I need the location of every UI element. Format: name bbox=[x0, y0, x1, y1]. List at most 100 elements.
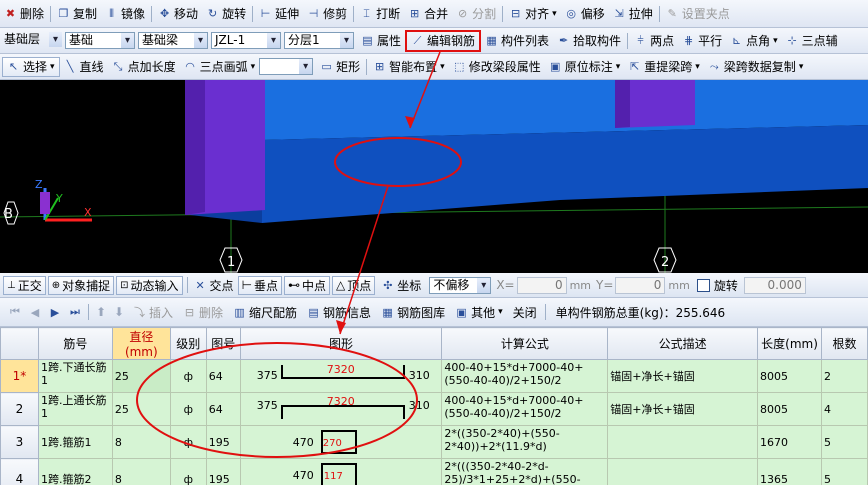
object-snap-toggle[interactable]: ⊕ 对象捕捉 bbox=[47, 275, 115, 295]
formula-description-cell[interactable]: 锚固+净长+锚固 bbox=[607, 359, 759, 393]
column-header[interactable]: 公式描述 bbox=[607, 327, 759, 360]
attribute-button[interactable]: ▤ 属性 bbox=[357, 28, 405, 53]
dynamic-input-toggle[interactable]: ⊡ 动态输入 bbox=[116, 275, 183, 295]
rectangle-button[interactable]: ▭ 矩形 bbox=[316, 54, 364, 79]
merge-button[interactable]: ⊞ 合并 bbox=[404, 0, 452, 27]
formula-description-cell[interactable] bbox=[607, 458, 759, 485]
mirror-button[interactable]: ⫴ 镜像 bbox=[101, 0, 149, 27]
coordinate-snap[interactable]: ✣ 坐标 bbox=[377, 273, 425, 297]
diameter-cell[interactable]: 8 bbox=[111, 425, 171, 459]
rotate-input[interactable]: 0.000 bbox=[743, 276, 806, 294]
row-number[interactable]: 3 bbox=[0, 425, 39, 459]
formula-cell[interactable]: 2*((350-2*40)+(550-2*40))+2*(11.9*d) bbox=[441, 425, 609, 459]
count-cell[interactable]: 2 bbox=[820, 359, 868, 393]
edit-rebar-button[interactable]: ⟋ 编辑钢筋 bbox=[405, 29, 482, 52]
grade-cell[interactable]: ф bbox=[169, 392, 207, 426]
align-button[interactable]: ⊟ 对齐 ▾ bbox=[505, 0, 561, 27]
shape-cell[interactable]: 375 7320 310 bbox=[239, 392, 443, 426]
figure-number-cell[interactable]: 64 bbox=[205, 359, 241, 393]
two-point-button[interactable]: ⫩ 两点 bbox=[630, 28, 678, 53]
count-cell[interactable]: 5 bbox=[820, 458, 868, 485]
rotate-checkbox[interactable] bbox=[696, 278, 710, 292]
formula-cell[interactable]: 400-40+15*d+7000-40+(550-40-40)/2+150/2 bbox=[441, 359, 609, 393]
x-input[interactable]: 0 bbox=[516, 276, 567, 294]
modify-span-button[interactable]: ⬚ 修改梁段属性 bbox=[449, 54, 545, 79]
intersection-snap[interactable]: ✕ 交点 bbox=[190, 273, 238, 297]
move-down-icon[interactable]: ⬇ bbox=[111, 305, 127, 319]
break-button[interactable]: ⌶ 打断 bbox=[356, 0, 404, 27]
floor-select[interactable]: 分层1 bbox=[284, 32, 354, 49]
rebar-library-button[interactable]: ▦ 钢筋图库 bbox=[377, 298, 449, 326]
figure-number-cell[interactable]: 195 bbox=[205, 425, 241, 459]
three-point-arc-button[interactable]: ◠ 三点画弧 ▾ bbox=[180, 54, 260, 79]
rebar-name-cell[interactable]: 1跨.箍筋2 bbox=[37, 458, 113, 485]
length-cell[interactable]: 1365 bbox=[757, 458, 822, 485]
shape-select[interactable] bbox=[259, 58, 314, 75]
component-list-button[interactable]: ▦ 构件列表 bbox=[481, 28, 553, 53]
span-copy-button[interactable]: ⤳ 梁跨数据复制 ▾ bbox=[704, 54, 808, 79]
table-row[interactable]: 2 1跨.上通长筋1 25 ф 64 375 7320 310 400-40+1… bbox=[0, 392, 868, 426]
column-header[interactable]: 图形 bbox=[239, 327, 443, 360]
figure-number-cell[interactable]: 64 bbox=[205, 392, 241, 426]
point-length-button[interactable]: ⤡ 点加长度 bbox=[108, 54, 180, 79]
length-cell[interactable]: 1670 bbox=[757, 425, 822, 459]
copy-button[interactable]: ❐ 复制 bbox=[53, 0, 101, 27]
grade-cell[interactable]: ф bbox=[169, 458, 207, 485]
insert-button[interactable]: ⤵ 插入 bbox=[129, 298, 177, 326]
formula-description-cell[interactable] bbox=[607, 425, 759, 459]
figure-number-cell[interactable]: 195 bbox=[205, 458, 241, 485]
count-cell[interactable]: 4 bbox=[820, 392, 868, 426]
row-number[interactable]: 1* bbox=[0, 359, 39, 393]
table-row[interactable]: 3 1跨.箍筋1 8 ф 195 470 270 2*((350-2*40)+(… bbox=[0, 425, 868, 459]
in-situ-mark-button[interactable]: ▣ 原位标注 ▾ bbox=[545, 54, 625, 79]
length-cell[interactable]: 8005 bbox=[757, 359, 822, 393]
formula-cell[interactable]: 2*(((350-2*40-2*d-25)/3*1+25+2*d)+(550-2… bbox=[441, 458, 609, 485]
move-up-icon[interactable]: ⬆ bbox=[93, 305, 109, 319]
y-input[interactable]: 0 bbox=[615, 276, 666, 294]
formula-cell[interactable]: 400-40+15*d+7000-40+(550-40-40)/2+150/2 bbox=[441, 392, 609, 426]
column-header[interactable]: 计算公式 bbox=[441, 327, 609, 360]
shape-cell[interactable]: 375 7320 310 bbox=[239, 359, 443, 393]
grade-cell[interactable]: ф bbox=[169, 425, 207, 459]
ortho-toggle[interactable]: ⊥ 正交 bbox=[3, 275, 46, 295]
next-record-icon[interactable]: ▶ bbox=[46, 306, 64, 319]
stretch-button[interactable]: ⇲ 拉伸 bbox=[609, 0, 657, 27]
shape-cell[interactable]: 470 270 bbox=[239, 425, 443, 459]
relift-span-button[interactable]: ⇱ 重提梁跨 ▾ bbox=[624, 54, 704, 79]
diameter-cell[interactable]: 25 bbox=[111, 392, 171, 426]
column-header[interactable]: 级别 bbox=[169, 327, 207, 360]
row-number[interactable]: 2 bbox=[0, 392, 39, 426]
move-button[interactable]: ✥ 移动 bbox=[154, 0, 202, 27]
table-row[interactable]: 1* 1跨.下通长筋1 25 ф 64 375 7320 310 400-40+… bbox=[0, 359, 868, 393]
perpendicular-snap[interactable]: ⊢ 垂点 bbox=[237, 275, 283, 295]
column-header[interactable]: 直径(mm) bbox=[111, 327, 171, 360]
rebar-info-button[interactable]: ▤ 钢筋信息 bbox=[303, 298, 375, 326]
table-row[interactable]: 4 1跨.箍筋2 8 ф 195 470 117 2*(((350-2*40-2… bbox=[0, 458, 868, 485]
column-header[interactable]: 筋号 bbox=[37, 327, 113, 360]
select-button[interactable]: ↖ 选择 ▾ bbox=[2, 56, 60, 77]
component-select[interactable]: 基础梁 bbox=[138, 32, 208, 49]
split-button[interactable]: ⊘ 分割 bbox=[452, 0, 500, 27]
shape-cell[interactable]: 470 117 bbox=[239, 458, 443, 485]
column-header[interactable]: 根数 bbox=[820, 327, 868, 360]
column-header[interactable]: 长度(mm) bbox=[757, 327, 822, 360]
close-button[interactable]: 关闭 bbox=[509, 298, 541, 326]
smart-layout-button[interactable]: ⊞ 智能布置 ▾ bbox=[369, 54, 449, 79]
delete-button[interactable]: ✖ 删除 bbox=[0, 0, 48, 27]
other-menu-button[interactable]: ▣ 其他 ▾ bbox=[451, 298, 507, 326]
offset-button[interactable]: ◎ 偏移 bbox=[561, 0, 609, 27]
3d-viewport[interactable]: B 1 2 Z Y X bbox=[0, 80, 868, 273]
offset-mode-select[interactable]: 不偏移 bbox=[429, 276, 492, 294]
last-record-icon[interactable]: ⏭ bbox=[66, 305, 84, 319]
length-cell[interactable]: 8005 bbox=[757, 392, 822, 426]
grade-cell[interactable]: ф bbox=[169, 359, 207, 393]
set-grip-button[interactable]: ✎ 设置夹点 bbox=[662, 0, 734, 27]
formula-description-cell[interactable]: 锚固+净长+锚固 bbox=[607, 392, 759, 426]
diameter-cell[interactable]: 8 bbox=[111, 458, 171, 485]
rebar-name-cell[interactable]: 1跨.下通长筋1 bbox=[37, 359, 113, 393]
count-cell[interactable]: 5 bbox=[820, 425, 868, 459]
rebar-name-cell[interactable]: 1跨.上通长筋1 bbox=[37, 392, 113, 426]
vertex-snap[interactable]: △ 顶点 bbox=[332, 275, 376, 295]
row-number[interactable]: 4 bbox=[0, 458, 39, 485]
column-header[interactable]: 图号 bbox=[205, 327, 241, 360]
